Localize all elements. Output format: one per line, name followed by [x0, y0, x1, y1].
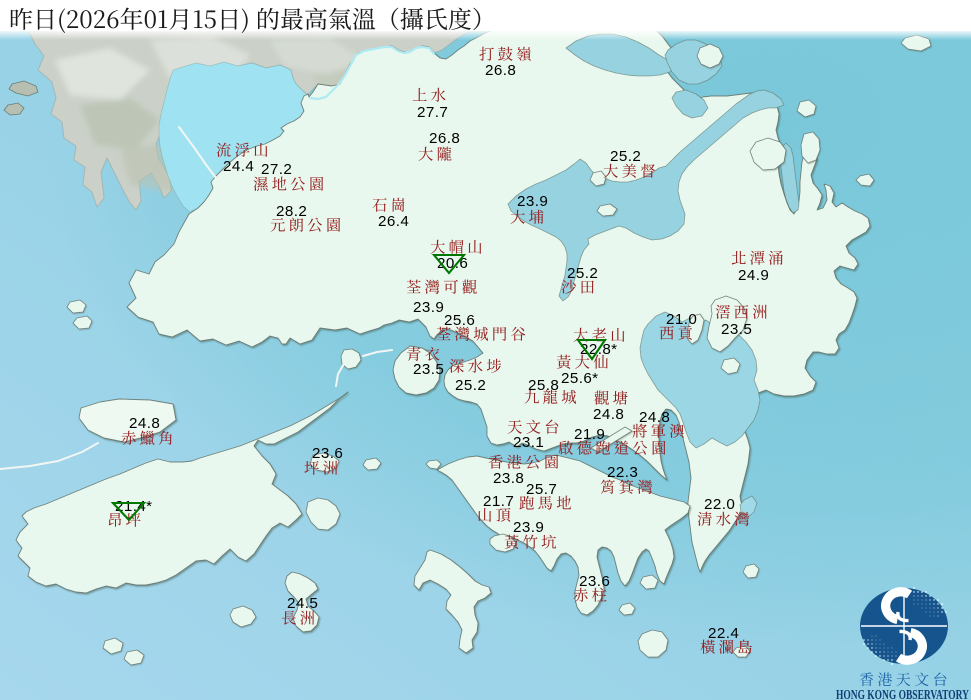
- svg-text:23.6: 23.6: [312, 445, 343, 462]
- svg-text:25.6*: 25.6*: [561, 370, 598, 387]
- svg-text:27.2: 27.2: [261, 161, 292, 178]
- svg-text:27.7: 27.7: [417, 104, 448, 121]
- svg-text:23.1: 23.1: [513, 434, 544, 451]
- svg-text:24.8: 24.8: [593, 406, 624, 423]
- svg-text:23.6: 23.6: [579, 573, 610, 590]
- svg-text:23.9: 23.9: [413, 299, 444, 316]
- svg-text:24.8: 24.8: [639, 409, 670, 426]
- svg-text:21.9: 21.9: [574, 426, 605, 443]
- svg-text:26.8: 26.8: [485, 62, 516, 79]
- svg-text:23.9: 23.9: [517, 193, 548, 210]
- svg-text:25.8: 25.8: [528, 377, 559, 394]
- svg-text:24.5: 24.5: [287, 595, 318, 612]
- svg-text:HONG KONG OBSERVATORY: HONG KONG OBSERVATORY: [836, 688, 969, 700]
- svg-text:23.5: 23.5: [721, 321, 752, 338]
- svg-text:24.4: 24.4: [223, 158, 254, 175]
- svg-text:22.4: 22.4: [708, 625, 739, 642]
- svg-text:25.6: 25.6: [444, 312, 475, 329]
- svg-text:25.2: 25.2: [567, 265, 598, 282]
- svg-text:21.7: 21.7: [483, 493, 514, 510]
- svg-text:28.2: 28.2: [276, 203, 307, 220]
- svg-text:22.0: 22.0: [704, 496, 735, 513]
- svg-text:24.8: 24.8: [129, 415, 160, 432]
- svg-text:25.2: 25.2: [455, 377, 486, 394]
- svg-text:21.0: 21.0: [666, 311, 697, 328]
- svg-text:23.5: 23.5: [413, 361, 444, 378]
- svg-text:23.9: 23.9: [513, 519, 544, 536]
- svg-text:25.2: 25.2: [610, 148, 641, 165]
- svg-text:23.8: 23.8: [493, 470, 524, 487]
- svg-text:25.7: 25.7: [526, 481, 557, 498]
- svg-text:22.3: 22.3: [607, 464, 638, 481]
- svg-text:26.4: 26.4: [378, 213, 409, 230]
- svg-text:24.9: 24.9: [738, 267, 769, 284]
- svg-text:26.8: 26.8: [429, 130, 460, 147]
